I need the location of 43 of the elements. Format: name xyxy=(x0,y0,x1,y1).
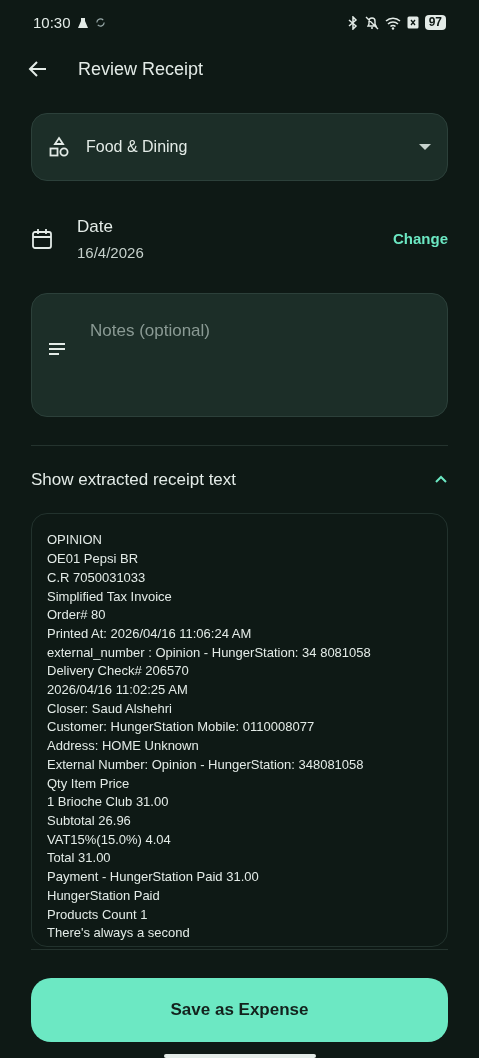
receipt-line: OE01 Pepsi BR xyxy=(47,550,140,569)
date-value: 16/4/2026 xyxy=(77,242,145,263)
sync-icon xyxy=(94,17,106,29)
receipt-line: Products Count 1 xyxy=(47,905,149,924)
receipt-line: Delivery Check# 206570 xyxy=(47,662,190,681)
receipt-line: Customer: HungerStation Mobile: 0110008077 xyxy=(47,718,316,737)
receipt-line: Closer: Saud Alshehri xyxy=(47,699,173,718)
bluetooth-icon xyxy=(346,15,359,30)
notes-field[interactable]: Notes (optional) xyxy=(90,317,431,344)
status-time: 10:30 xyxy=(33,12,71,33)
receipt-line: Order# 80 xyxy=(47,606,107,625)
receipt-line: OPINION xyxy=(47,531,103,550)
receipt-line: Address: HOME Unknown xyxy=(47,737,200,756)
receipt-line: There's always a second xyxy=(47,924,191,943)
calendar-icon xyxy=(31,228,53,250)
receipt-line: VAT15%(15.0%) 4.04 xyxy=(47,830,172,849)
receipt-line: external_number : Opinion - HungerStation: 34 8081058 xyxy=(47,643,372,662)
receipt-line: Total 31.00 xyxy=(47,849,112,868)
sim-icon xyxy=(406,16,419,30)
wifi-icon xyxy=(384,15,401,30)
receipt-line: HungerStation Paid xyxy=(47,886,161,905)
extracted-text-toggle[interactable]: Show extracted receipt text xyxy=(31,459,448,500)
receipt-line: C.R 7050031033 xyxy=(47,568,147,587)
change-date-button[interactable]: Change xyxy=(393,227,448,251)
battery-level: 97 xyxy=(424,15,446,31)
notes-icon xyxy=(48,341,66,356)
date-label: Date xyxy=(77,216,114,238)
shapes-icon xyxy=(48,136,70,159)
receipt-line: 2026/04/16 11:02:25 AM xyxy=(47,681,189,700)
category-dropdown[interactable]: Food & Dining xyxy=(31,113,448,182)
receipt-line: Printed At: 2026/04/16 11:06:24 AM xyxy=(47,624,253,643)
dropdown-arrow-icon xyxy=(419,144,431,151)
screen-title: Review Receipt xyxy=(78,57,204,81)
receipt-line: Payment - HungerStation Paid 31.00 xyxy=(47,868,260,887)
receipt-line: Simplified Tax Invoice xyxy=(47,587,173,606)
receipt-line: Subtotal 26.96 xyxy=(47,812,132,830)
receipt-line: Qty Item Price xyxy=(47,774,131,793)
flask-icon xyxy=(76,16,89,29)
save-expense-button[interactable]: Save as Expense xyxy=(31,978,448,1042)
bell-off-icon xyxy=(364,15,379,30)
receipt-line: 1 Brioche Club 31.00 xyxy=(47,793,170,812)
category-value: Food & Dining xyxy=(86,137,189,158)
receipt-line: External Number: Opinion - HungerStation: 348081058 xyxy=(47,755,365,774)
